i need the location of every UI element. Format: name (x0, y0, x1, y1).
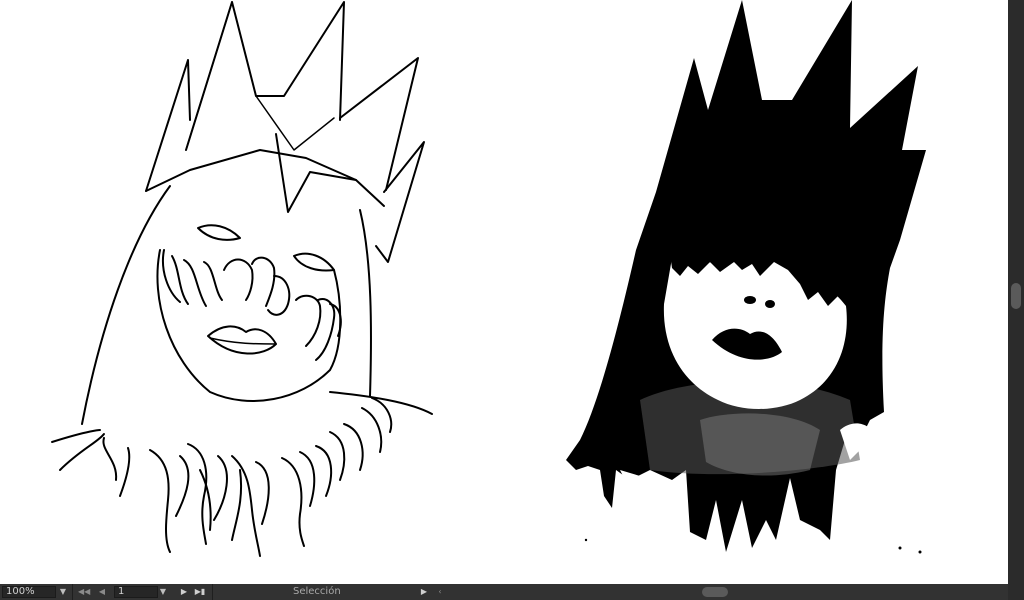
artwork-svg (51, 0, 926, 557)
illustrator-window: 100% ▼ ◀◀ ◀ 1 ▼ ▶ ▶▮ Selección ▶ ‹ (0, 0, 1024, 600)
first-artboard-icon[interactable]: ◀◀ (78, 586, 90, 598)
status-divider (212, 584, 213, 600)
artboard-canvas[interactable] (0, 0, 1008, 584)
horizontal-scroll-thumb[interactable] (702, 587, 728, 597)
last-artboard-icon[interactable]: ▶▮ (194, 586, 206, 598)
silhouette-drawing[interactable] (566, 0, 926, 554)
status-menu-icon[interactable]: ▶ (418, 586, 430, 598)
previous-artboard-icon[interactable]: ◀ (96, 586, 108, 598)
artboard-number-field[interactable]: 1 (114, 586, 158, 598)
chevron-down-icon[interactable]: ▼ (156, 586, 170, 598)
scrollbar-corner (1008, 584, 1024, 600)
line-art-drawing[interactable] (51, 1, 433, 557)
vertical-scroll-thumb[interactable] (1011, 283, 1021, 309)
chevron-down-icon[interactable]: ▼ (56, 586, 70, 598)
vertical-scrollbar[interactable] (1008, 0, 1024, 584)
status-divider (72, 584, 73, 600)
status-text: Selección (293, 586, 341, 597)
zoom-level-field[interactable]: 100% (2, 586, 56, 598)
status-bar: 100% ▼ ◀◀ ◀ 1 ▼ ▶ ▶▮ Selección ▶ ‹ (0, 584, 1024, 600)
next-artboard-icon[interactable]: ▶ (178, 586, 190, 598)
horizontal-scrollbar[interactable] (434, 585, 1008, 599)
